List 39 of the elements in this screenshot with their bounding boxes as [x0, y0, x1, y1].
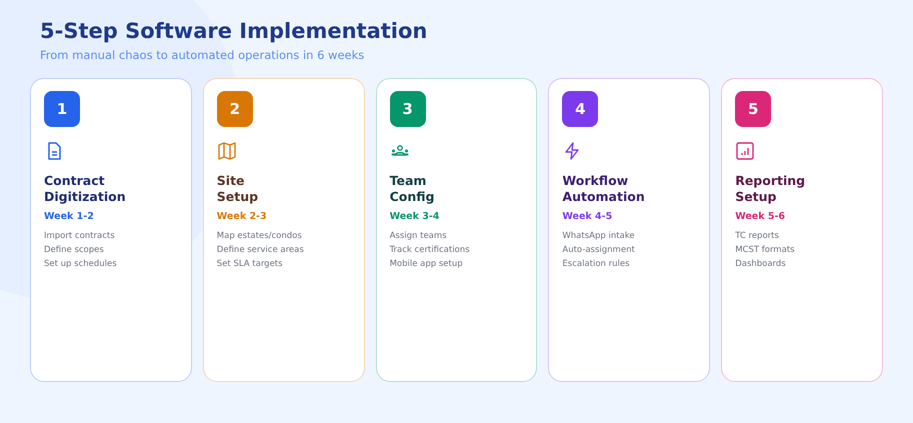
step-title: Reporting: [735, 173, 806, 189]
task-item: Escalation rules: [562, 258, 631, 271]
step-title: Setup: [735, 189, 778, 205]
step-weeks: Week 5-6: [735, 211, 786, 222]
task-item: MCST formats: [735, 244, 795, 257]
bar-chart-icon: [735, 141, 756, 161]
step-number: 1: [44, 91, 80, 127]
step-weeks: Week 3-4: [390, 211, 440, 222]
step-title: Team: [390, 173, 428, 189]
task-item: Define service areas: [216, 244, 304, 257]
step-number: 2: [216, 91, 253, 127]
step-title: Contract: [44, 173, 106, 189]
page-title: 5-Step Software Implementation: [40, 18, 428, 44]
step-number: 5: [735, 91, 772, 127]
task-item: TC reports: [735, 230, 780, 243]
step-number: 3: [390, 91, 426, 127]
map-icon: [216, 141, 237, 161]
task-item: Set SLA targets: [216, 258, 284, 271]
step-title: Setup: [216, 189, 258, 205]
task-item: Track certifications: [390, 244, 470, 257]
task-item: Define scopes: [44, 244, 105, 257]
task-item: WhatsApp intake: [562, 230, 635, 243]
task-item: Auto-assignment: [562, 244, 635, 257]
task-item: Map estates/condos: [216, 230, 303, 243]
task-item: Assign teams: [390, 230, 448, 243]
task-item: Mobile app setup: [390, 258, 464, 271]
step-weeks: Week 4-5: [562, 211, 612, 222]
step-title: Digitization: [44, 189, 126, 205]
step-weeks: Week 1-2: [44, 211, 94, 222]
step-title: Workflow: [562, 173, 630, 189]
step-number: 4: [562, 91, 598, 127]
task-item: Set up schedules: [44, 258, 117, 271]
page-subtitle: From manual chaos to automated operations in 6 weeks: [40, 48, 366, 62]
step-weeks: Week 2-3: [216, 211, 267, 222]
step-title: Config: [390, 189, 434, 205]
task-item: Import contracts: [44, 230, 116, 243]
step-title: Automation: [562, 189, 645, 205]
step-title: Site: [216, 173, 246, 189]
task-item: Dashboards: [735, 258, 787, 271]
